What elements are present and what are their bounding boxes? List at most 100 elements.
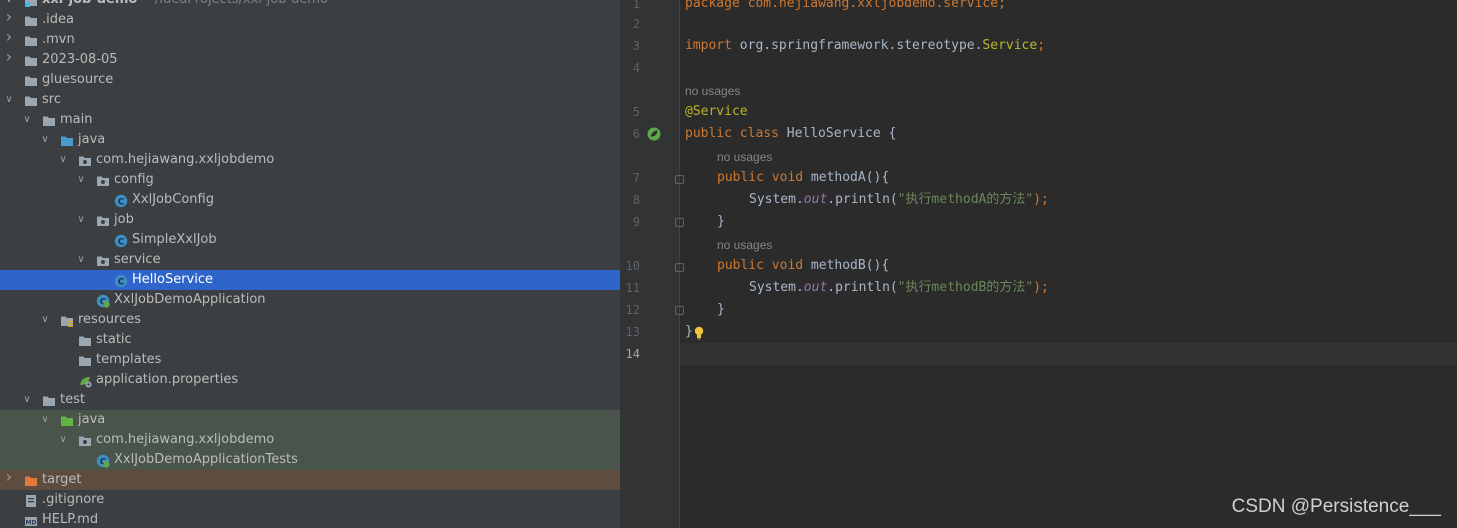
keyword: public void — [717, 170, 804, 185]
package-icon — [96, 253, 110, 267]
tree-row[interactable]: C XxlJobDemoApplication — [0, 290, 620, 310]
tree-item-label: com.hejiawang.xxljobdemo — [96, 432, 275, 447]
chevron-right-icon[interactable]: › — [4, 469, 14, 485]
chevron-down-icon[interactable]: ∨ — [40, 314, 50, 326]
chevron-down-icon[interactable]: ∨ — [76, 254, 86, 266]
tree-row[interactable]: ∨ com.hejiawang.xxljobdemo — [0, 430, 620, 450]
folder-icon — [24, 13, 38, 27]
tree-row[interactable]: › .idea — [0, 9, 620, 30]
code-line-11[interactable]: System.out.println("执行methodB的方法"); — [749, 279, 1049, 297]
chevron-down-icon[interactable]: ∨ — [22, 394, 32, 406]
chevron-down-icon[interactable]: ∨ — [58, 434, 68, 446]
tree-item-label: gluesource — [42, 72, 114, 87]
usages-hint[interactable]: no usages — [717, 149, 772, 165]
usages-hint[interactable]: no usages — [717, 237, 772, 253]
line-number: 2 — [632, 17, 640, 31]
chevron-down-icon[interactable]: ∨ — [58, 154, 68, 166]
chevron-down-icon[interactable]: ∨ — [40, 134, 50, 146]
tree-row[interactable]: ∨ xxl-job-demo ~/IdeaProjects/xxl-job-demo — [0, 0, 620, 10]
code-line-3[interactable]: import org.springframework.stereotype.Se… — [685, 37, 1045, 55]
tree-item-label: 2023-08-05 — [42, 52, 118, 67]
usages-hint[interactable]: no usages — [685, 83, 740, 99]
string-literal: "执行methodB的方法" — [897, 280, 1034, 295]
tree-row[interactable]: › 2023-08-05 — [0, 49, 620, 70]
tree-row[interactable]: MD HELP.md — [0, 510, 620, 528]
markdown-file-icon: MD — [24, 513, 38, 527]
chevron-down-icon[interactable]: ∨ — [22, 114, 32, 126]
tree-row[interactable]: ∨ java — [0, 410, 620, 430]
tree-row[interactable]: ∨ resources — [0, 310, 620, 330]
tree-row[interactable]: ∨ com.hejiawang.xxljobdemo — [0, 150, 620, 170]
chevron-down-icon[interactable]: ∨ — [76, 214, 86, 226]
tree-row[interactable]: ∨ service — [0, 250, 620, 270]
code-line-8[interactable]: System.out.println("执行methodA的方法"); — [749, 191, 1049, 209]
line-number: 14 — [625, 347, 640, 361]
lightbulb-icon[interactable] — [693, 326, 705, 340]
code-line-6[interactable]: public class HelloService { — [685, 125, 896, 143]
line-number: 6 — [632, 127, 640, 141]
tree-row[interactable]: ∨ job — [0, 210, 620, 230]
chevron-down-icon[interactable]: ∨ — [76, 174, 86, 186]
folder-icon — [78, 333, 92, 347]
project-path: ~/IdeaProjects/xxl-job-demo — [144, 0, 328, 9]
code-line-5[interactable]: @Service — [685, 103, 748, 121]
tree-row[interactable]: static — [0, 330, 620, 350]
chevron-down-icon[interactable]: ∨ — [40, 414, 50, 426]
annotation: @Service — [685, 104, 748, 119]
tree-row[interactable]: C XxlJobDemoApplicationTests — [0, 450, 620, 470]
tree-row[interactable]: .gitignore — [0, 490, 620, 510]
package-name: com.hejiawang.xxljobdemo.service; — [739, 0, 1006, 11]
spring-bean-gutter-icon[interactable] — [646, 126, 662, 142]
tree-item-label: SimpleXxlJob — [132, 232, 217, 247]
tree-row[interactable]: C SimpleXxlJob — [0, 230, 620, 250]
line-number: 5 — [632, 105, 640, 119]
tree-item-label: application.properties — [96, 372, 239, 387]
brace: } — [717, 302, 725, 317]
tree-row[interactable]: › target — [0, 469, 620, 490]
tree-row[interactable]: C HelloService — [0, 270, 620, 290]
tree-item-label: HELP.md — [42, 512, 99, 527]
tree-item-label: resources — [78, 312, 142, 327]
code-line-13[interactable]: } — [685, 323, 693, 341]
spring-boot-class-icon: C — [96, 453, 110, 468]
chevron-right-icon[interactable]: › — [4, 9, 14, 25]
line-number: 3 — [632, 39, 640, 53]
line-number: 9 — [632, 215, 640, 229]
tree-row[interactable]: C XxlJobConfig — [0, 190, 620, 210]
class-name: HelloService { — [778, 126, 897, 141]
module-folder-icon — [24, 0, 38, 7]
tree-row[interactable]: ∨ main — [0, 110, 620, 130]
line-number: 10 — [625, 259, 640, 273]
code-line-7[interactable]: public void methodA(){ — [717, 169, 889, 187]
folder-icon — [42, 113, 56, 127]
fold-marker-icon[interactable] — [675, 218, 684, 227]
code-line-10[interactable]: public void methodB(){ — [717, 257, 889, 275]
fold-marker-icon[interactable] — [675, 306, 684, 315]
tree-row[interactable]: ∨ config — [0, 170, 620, 190]
project-tree-panel[interactable]: ∨ xxl-job-demo ~/IdeaProjects/xxl-job-demo… — [0, 0, 620, 528]
chevron-right-icon[interactable]: › — [4, 29, 14, 45]
chevron-right-icon[interactable]: › — [4, 49, 14, 65]
code-line-12[interactable]: } — [717, 301, 725, 319]
tree-row[interactable]: application.properties — [0, 370, 620, 390]
code-editor[interactable]: 1 2 3 4 5 6 7 8 9 10 11 12 13 14 package com.hejiawan… — [620, 0, 1457, 528]
tree-row[interactable]: ∨ test — [0, 390, 620, 410]
chevron-down-icon[interactable]: ∨ — [4, 0, 14, 6]
source-folder-icon — [60, 133, 74, 147]
tree-row[interactable]: templates — [0, 350, 620, 370]
tree-row[interactable]: ∨ src — [0, 90, 620, 110]
method-name: methodB(){ — [803, 258, 890, 273]
chevron-down-icon[interactable]: ∨ — [4, 94, 14, 106]
semicolon: ; — [1037, 38, 1046, 53]
tree-item-label: service — [114, 252, 161, 267]
fold-marker-icon[interactable] — [675, 175, 684, 184]
fold-marker-icon[interactable] — [675, 263, 684, 272]
code-line-9[interactable]: } — [717, 213, 725, 231]
code-line-1[interactable]: package com.hejiawang.xxljobdemo.service… — [685, 0, 1006, 13]
tree-row[interactable]: ∨ java — [0, 130, 620, 150]
line-number: 4 — [632, 61, 640, 75]
brace: } — [717, 214, 725, 229]
svg-text:C: C — [118, 237, 125, 247]
tree-row[interactable]: gluesource — [0, 70, 620, 90]
tree-row[interactable]: › .mvn — [0, 29, 620, 50]
